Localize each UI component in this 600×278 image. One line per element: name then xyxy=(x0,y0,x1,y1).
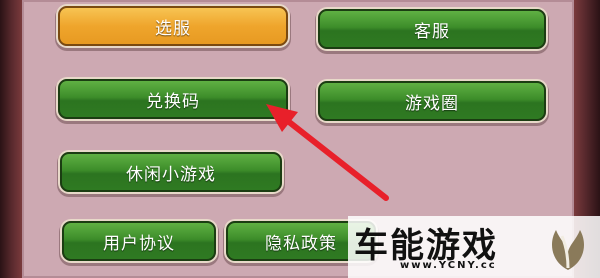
site-watermark: 车能游戏 www.YCNY.cc xyxy=(348,216,600,278)
leaf-logo-icon xyxy=(552,230,584,270)
watermark-url: www.YCNY.cc xyxy=(400,260,497,271)
